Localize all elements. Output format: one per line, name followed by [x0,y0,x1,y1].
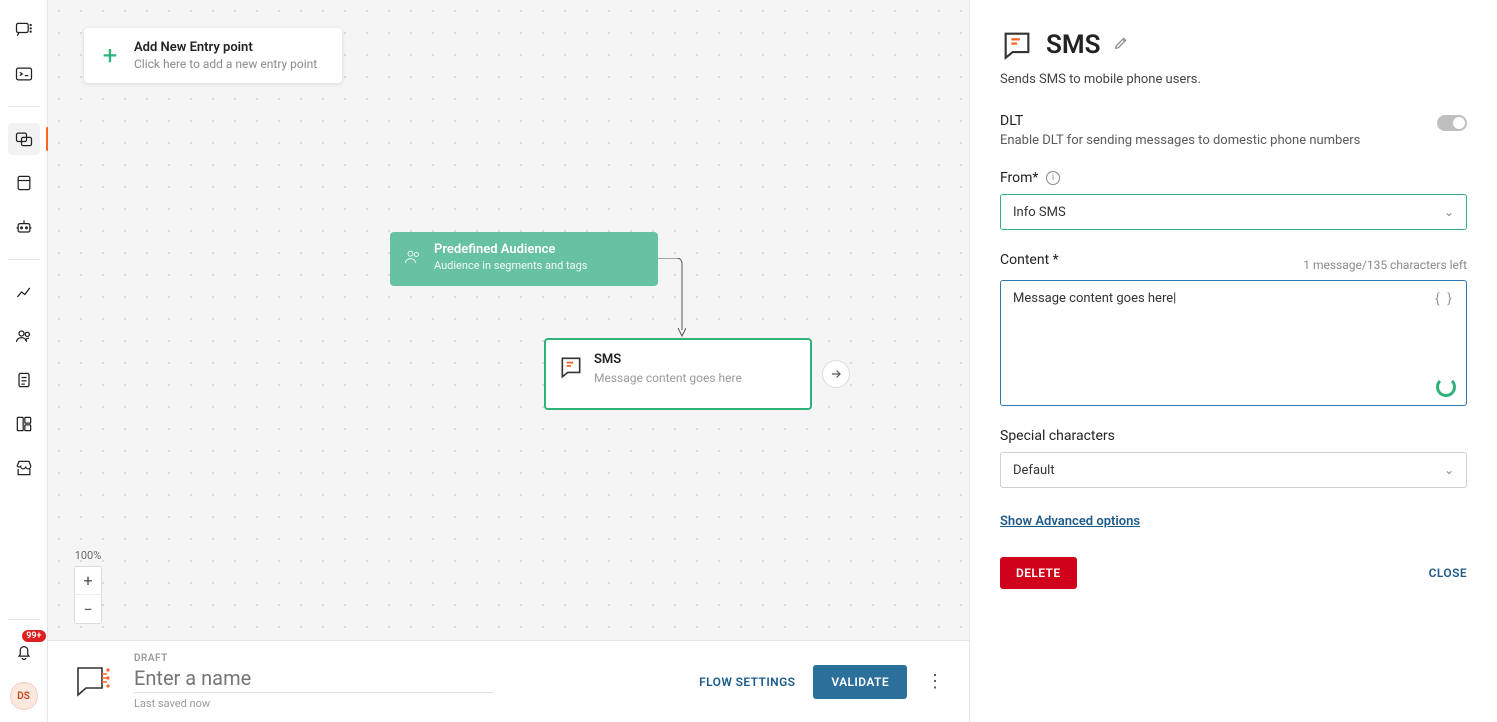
flow-settings-button[interactable]: FLOW SETTINGS [699,675,795,689]
connector-line [656,258,686,340]
sms-node-title: SMS [594,352,796,367]
main-area: + Add New Entry point Click here to add … [48,0,969,722]
flow-name-input[interactable] [134,664,494,693]
zoom-out-button[interactable]: − [75,595,101,623]
content-counter: 1 message/135 characters left [1303,258,1467,272]
rail-people-icon[interactable] [8,320,40,352]
notifications-icon[interactable]: 99+ [8,636,40,668]
sms-node-output-handle[interactable] [822,360,850,388]
dlt-toggle[interactable] [1437,115,1467,131]
content-value: Message content goes here [1013,291,1176,306]
audience-icon [402,246,424,268]
rail-flow-icon[interactable] [8,123,40,155]
dlt-sub: Enable DLT for sending messages to domes… [1000,133,1360,148]
from-select[interactable]: Info SMS ⌄ [1000,194,1467,230]
draft-status: DRAFT [134,653,699,664]
panel-title: SMS [1046,30,1101,60]
rail-separator-2 [8,259,40,260]
sms-panel-icon [1000,28,1034,62]
rail-store-icon[interactable] [8,452,40,484]
advanced-options-link[interactable]: Show Advanced options [1000,514,1140,529]
sms-panel: SMS Sends SMS to mobile phone users. DLT… [969,0,1497,722]
validate-button[interactable]: VALIDATE [813,665,907,699]
bottom-bar: DRAFT Last saved now FLOW SETTINGS VALID… [48,640,969,722]
zoom-label: 100% [74,549,102,562]
flow-canvas[interactable]: + Add New Entry point Click here to add … [48,0,969,640]
last-saved-label: Last saved now [134,697,699,710]
chevron-down-icon: ⌄ [1444,463,1454,477]
panel-description: Sends SMS to mobile phone users. [1000,72,1467,87]
audience-title: Predefined Audience [434,242,644,257]
from-value: Info SMS [1013,205,1066,220]
special-chars-value: Default [1013,463,1055,478]
audience-sub: Audience in segments and tags [434,259,644,272]
content-textarea[interactable]: Message content goes here { } [1000,280,1467,406]
special-chars-label: Special characters [1000,428,1467,444]
rail-terminal-icon[interactable] [8,58,40,90]
content-label: Content * [1000,252,1059,268]
entry-subtitle: Click here to add a new entry point [134,57,317,71]
edit-title-icon[interactable] [1113,35,1129,55]
loading-spinner-icon [1436,377,1456,397]
rail-separator-3 [8,619,40,620]
zoom-in-button[interactable]: + [75,567,101,595]
from-label: From* [1000,170,1038,186]
delete-button[interactable]: DELETE [1000,557,1077,589]
plus-icon: + [98,44,122,68]
user-avatar[interactable]: DS [10,682,38,710]
rail-broadcast-icon[interactable] [8,167,40,199]
placeholder-braces-icon[interactable]: { } [1435,291,1454,307]
rail-analytics-icon[interactable] [8,276,40,308]
audience-node[interactable]: Predefined Audience Audience in segments… [390,232,658,286]
rail-document-icon[interactable] [8,364,40,396]
sms-node[interactable]: SMS Message content goes here [544,338,812,410]
rail-separator [8,106,40,107]
flow-icon [72,660,116,704]
sms-node-sub: Message content goes here [594,371,796,385]
rail-conversations-icon[interactable] [8,14,40,46]
left-rail: 99+ DS [0,0,48,722]
dlt-label: DLT [1000,113,1360,129]
close-button[interactable]: CLOSE [1429,566,1467,580]
sms-icon [558,354,584,380]
info-icon[interactable]: i [1046,171,1060,185]
special-chars-select[interactable]: Default ⌄ [1000,452,1467,488]
zoom-controls: 100% + − [74,549,102,624]
rail-bot-icon[interactable] [8,211,40,243]
rail-template-icon[interactable] [8,408,40,440]
add-entry-point-card[interactable]: + Add New Entry point Click here to add … [84,28,342,83]
entry-title: Add New Entry point [134,40,317,55]
more-menu-icon[interactable]: ⋮ [925,671,945,692]
notification-badge: 99+ [22,630,45,642]
chevron-down-icon: ⌄ [1444,205,1454,219]
